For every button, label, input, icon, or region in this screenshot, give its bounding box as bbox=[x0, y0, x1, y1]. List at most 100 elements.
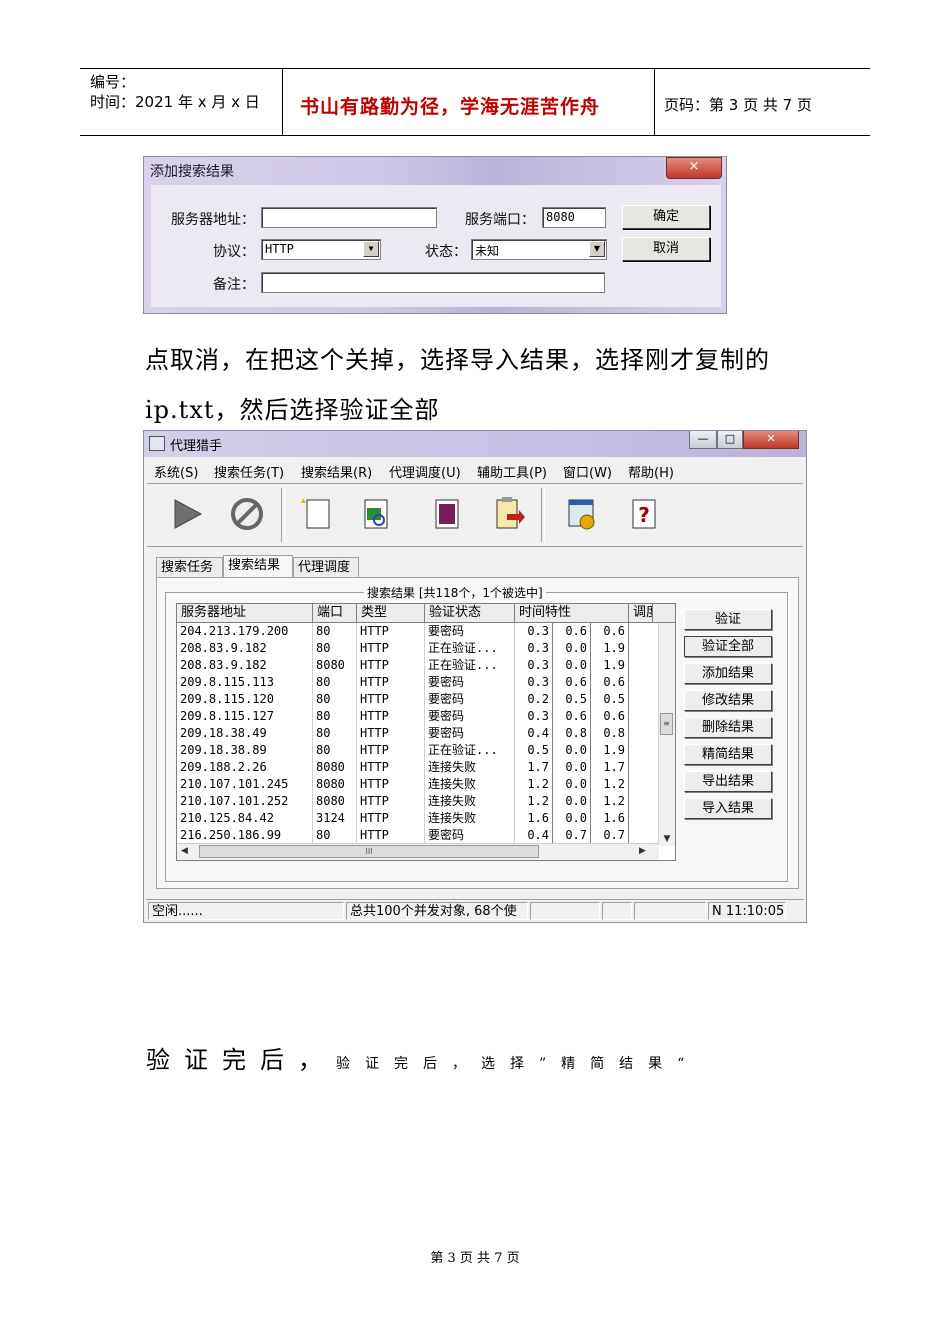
edit-result-button[interactable]: 修改结果 bbox=[684, 690, 772, 711]
table-row[interactable]: 209.8.115.113 80 HTTP 要密码 0.3 0.6 0.6 bbox=[177, 674, 653, 691]
table-cell: 连接失败 bbox=[425, 776, 515, 793]
table-row[interactable]: 210.107.101.245 8080 HTTP 连接失败 1.2 0.0 1.2 bbox=[177, 776, 653, 793]
table-cell: 0.0 bbox=[553, 759, 591, 776]
protocol-label: 协议： bbox=[213, 244, 255, 260]
tab-search-result[interactable]: 搜索结果 bbox=[223, 555, 293, 578]
cancel-button[interactable]: 取消 bbox=[622, 237, 710, 261]
menu-help[interactable]: 帮助(H) bbox=[628, 462, 674, 481]
table-cell: 216.250.186.99 bbox=[177, 827, 313, 844]
table-cell: 209.188.2.26 bbox=[177, 759, 313, 776]
vertical-scrollbar[interactable]: ≡ ▼ bbox=[658, 623, 675, 846]
status-idle: 空闲...... bbox=[148, 902, 344, 920]
menu-window[interactable]: 窗口(W) bbox=[563, 462, 612, 481]
table-row[interactable]: 208.83.9.182 8080 HTTP 正在验证... 0.3 0.0 1.9 bbox=[177, 657, 653, 674]
chevron-down-icon[interactable]: ▼ bbox=[661, 834, 673, 844]
table-cell: 0.0 bbox=[553, 810, 591, 827]
status-value: 未知 bbox=[475, 244, 500, 258]
column-header[interactable]: 验证状态 bbox=[425, 604, 515, 622]
column-header[interactable]: 服务器地址 bbox=[177, 604, 313, 622]
server-address-input[interactable] bbox=[261, 207, 437, 228]
column-header[interactable]: 调度 bbox=[629, 604, 653, 622]
horizontal-scrollbar[interactable]: ◀ III ▶ bbox=[177, 843, 659, 860]
chevron-down-icon[interactable]: ▼ bbox=[363, 241, 379, 257]
table-cell: 连接失败 bbox=[425, 810, 515, 827]
table-cell: 要密码 bbox=[425, 827, 515, 844]
report-icon[interactable] bbox=[425, 494, 465, 534]
table-cell: 0.4 bbox=[515, 827, 553, 844]
clipboard-export-icon[interactable] bbox=[487, 494, 527, 534]
window-titlebar: 代理猎手 — □ ✕ bbox=[144, 431, 806, 457]
table-cell: 1.9 bbox=[591, 640, 629, 657]
table-cell: HTTP bbox=[357, 793, 425, 810]
menu-proxy-schedule[interactable]: 代理调度(U) bbox=[389, 462, 461, 481]
scroll-thumb[interactable]: ≡ bbox=[660, 713, 673, 735]
table-row[interactable]: 210.125.84.42 3124 HTTP 连接失败 1.6 0.0 1.6 bbox=[177, 810, 653, 827]
export-result-button[interactable]: 导出结果 bbox=[684, 771, 772, 792]
table-cell: 0.0 bbox=[553, 776, 591, 793]
play-icon[interactable] bbox=[167, 494, 207, 534]
menu-bar: 系统(S) 搜索任务(T) 搜索结果(R) 代理调度(U) 辅助工具(P) 窗口… bbox=[144, 459, 806, 481]
tab-search-task[interactable]: 搜索任务 bbox=[156, 557, 223, 577]
table-cell: 0.6 bbox=[553, 708, 591, 725]
minimize-icon[interactable]: — bbox=[689, 431, 717, 449]
table-cell: 0.6 bbox=[553, 623, 591, 640]
table-cell: 1.2 bbox=[591, 776, 629, 793]
time-label: 时间：2021 年 x 月 x 日 bbox=[90, 93, 260, 111]
table-row[interactable]: 209.8.115.120 80 HTTP 要密码 0.2 0.5 0.5 bbox=[177, 691, 653, 708]
search-document-icon[interactable] bbox=[355, 494, 395, 534]
table-cell: 0.8 bbox=[591, 725, 629, 742]
paragraph-2: 验证完后，验证完后，选择”精简结果“ bbox=[146, 1040, 699, 1075]
table-row[interactable]: 210.107.101.252 8080 HTTP 连接失败 1.2 0.0 1.2 bbox=[177, 793, 653, 810]
tab-proxy-schedule[interactable]: 代理调度 bbox=[293, 557, 359, 577]
menu-system[interactable]: 系统(S) bbox=[154, 462, 198, 481]
dialog-close-button[interactable]: × bbox=[666, 157, 722, 179]
delete-result-button[interactable]: 删除结果 bbox=[684, 717, 772, 738]
column-header[interactable]: 类型 bbox=[357, 604, 425, 622]
column-header[interactable]: 时间特性 bbox=[515, 604, 629, 622]
table-row[interactable]: 204.213.179.200 80 HTTP 要密码 0.3 0.6 0.6 bbox=[177, 623, 653, 640]
menu-search-task[interactable]: 搜索任务(T) bbox=[214, 462, 284, 481]
table-row[interactable]: 216.250.186.99 80 HTTP 要密码 0.4 0.7 0.7 bbox=[177, 827, 653, 844]
column-header[interactable]: 端口 bbox=[313, 604, 357, 622]
chevron-left-icon[interactable]: ◀ bbox=[181, 846, 188, 856]
number-label: 编号： bbox=[90, 73, 136, 91]
table-cell: 0.0 bbox=[553, 657, 591, 674]
menu-search-result[interactable]: 搜索结果(R) bbox=[301, 462, 372, 481]
verify-button[interactable]: 验证 bbox=[684, 609, 772, 630]
table-row[interactable]: 208.83.9.182 80 HTTP 正在验证... 0.3 0.0 1.9 bbox=[177, 640, 653, 657]
table-cell: 0.3 bbox=[515, 623, 553, 640]
close-icon[interactable]: ✕ bbox=[743, 431, 799, 449]
table-cell: HTTP bbox=[357, 759, 425, 776]
note-label: 备注： bbox=[213, 277, 255, 293]
table-row[interactable]: 209.18.38.89 80 HTTP 正在验证... 0.5 0.0 1.9 bbox=[177, 742, 653, 759]
settings-icon[interactable] bbox=[561, 494, 601, 534]
table-row[interactable]: 209.18.38.49 80 HTTP 要密码 0.4 0.8 0.8 bbox=[177, 725, 653, 742]
note-input[interactable] bbox=[261, 272, 605, 293]
add-result-button[interactable]: 添加结果 bbox=[684, 663, 772, 684]
app-icon bbox=[149, 436, 165, 451]
result-list[interactable]: 服务器地址 端口 类型 验证状态 时间特性 调度 204.213.179.200… bbox=[176, 603, 676, 861]
maximize-icon[interactable]: □ bbox=[717, 431, 743, 449]
table-row[interactable]: 209.188.2.26 8080 HTTP 连接失败 1.7 0.0 1.7 bbox=[177, 759, 653, 776]
table-cell: 正在验证... bbox=[425, 657, 515, 674]
chevron-right-icon[interactable]: ▶ bbox=[639, 846, 646, 856]
ok-button[interactable]: 确定 bbox=[622, 205, 710, 229]
group-title: 搜索结果 [共118个，1个被选中] bbox=[364, 584, 546, 601]
paragraph-line: ip.txt，然后选择验证全部 bbox=[145, 396, 440, 424]
simplify-result-button[interactable]: 精简结果 bbox=[684, 744, 772, 765]
verify-all-button[interactable]: 验证全部 bbox=[684, 636, 772, 657]
menu-tools[interactable]: 辅助工具(P) bbox=[477, 462, 547, 481]
table-cell: 0.3 bbox=[515, 640, 553, 657]
table-row[interactable]: 209.8.115.127 80 HTTP 要密码 0.3 0.6 0.6 bbox=[177, 708, 653, 725]
protocol-select[interactable]: HTTP ▼ bbox=[261, 239, 381, 260]
scroll-thumb[interactable]: III bbox=[199, 845, 539, 858]
status-select[interactable]: 未知 ▼ bbox=[471, 239, 607, 260]
import-result-button[interactable]: 导入结果 bbox=[684, 798, 772, 819]
new-document-icon[interactable] bbox=[297, 494, 337, 534]
svg-text:?: ? bbox=[638, 503, 650, 527]
help-icon[interactable]: ? bbox=[623, 494, 663, 534]
page-footer: 第 3 页 共 7 页 bbox=[430, 1251, 520, 1266]
server-port-input[interactable]: 8080 bbox=[542, 207, 606, 228]
chevron-down-icon[interactable]: ▼ bbox=[589, 241, 605, 257]
stop-icon[interactable] bbox=[227, 494, 267, 534]
